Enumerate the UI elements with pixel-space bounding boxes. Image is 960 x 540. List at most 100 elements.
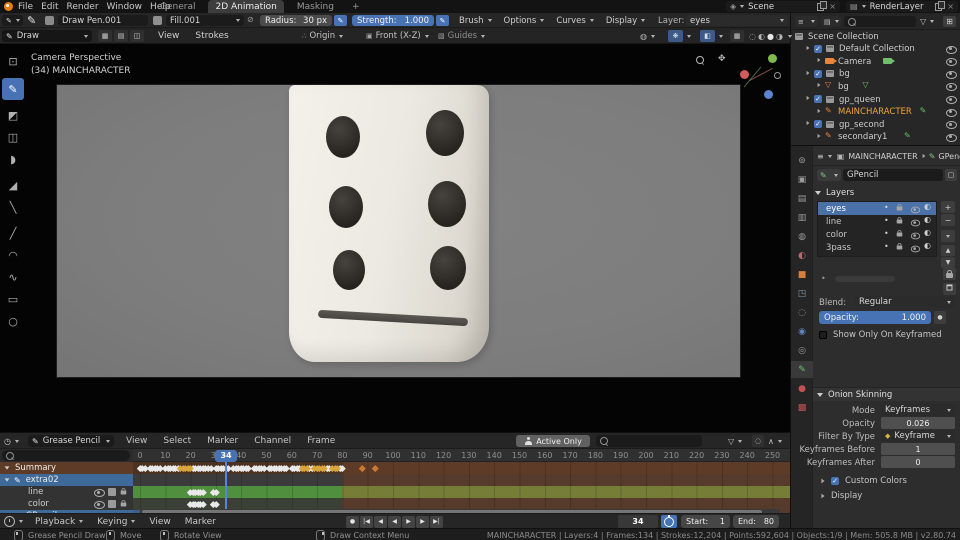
shading-solid-icon[interactable]: ◌	[748, 32, 757, 41]
menu-edit[interactable]: Edit	[37, 2, 62, 12]
channel-solo-icon[interactable]	[108, 488, 116, 496]
outliner-item-label[interactable]: Default Collection	[839, 44, 915, 54]
hide-in-viewport-icon[interactable]	[946, 45, 957, 54]
show-only-keyframed-checkbox[interactable]	[819, 331, 827, 339]
layer-row-eyes[interactable]: eyes • ◐	[818, 202, 936, 215]
shading-preview-icon[interactable]: ◑	[775, 32, 784, 41]
layer-hide-icon[interactable]	[910, 245, 921, 252]
viewport[interactable]: Camera Perspective (34) MAINCHARACTER ⊡ ✎…	[0, 44, 790, 432]
new-collection-button[interactable]: ⊞	[943, 16, 956, 27]
menu-window[interactable]: Window	[103, 2, 147, 12]
navigation-gizmo[interactable]	[738, 48, 784, 104]
tool-erase-button[interactable]: ◫	[2, 126, 24, 148]
channel-color[interactable]: color	[0, 498, 133, 510]
radius-slider[interactable]: Radius: 30 px	[260, 15, 332, 26]
channel-hide-icon[interactable]	[94, 489, 105, 497]
tab-material[interactable]: ●	[791, 384, 813, 396]
shading-material-icon[interactable]: ◐	[757, 32, 766, 41]
show-only-keyframed-row[interactable]: Show Only On Keyframed	[819, 329, 942, 341]
outliner-item-label[interactable]: bg	[839, 69, 850, 79]
menu-view[interactable]: View	[158, 31, 179, 41]
tool-box-button[interactable]: ▭	[2, 288, 24, 310]
fake-user-button[interactable]: ▢	[945, 169, 957, 181]
gpencil-datablock-dropdown[interactable]: ✎	[817, 169, 841, 181]
layer-row-3pass[interactable]: 3pass • ◐	[818, 241, 936, 254]
menu-curves[interactable]: Curves	[556, 16, 594, 26]
placement-toggle-3[interactable]: ◫	[130, 30, 144, 42]
channel-extra02[interactable]: ✎ extra02	[0, 474, 133, 486]
layer-lock-icon[interactable]	[896, 217, 903, 224]
tab-vfx[interactable]: ◌	[791, 308, 813, 320]
channel-solo-icon[interactable]	[108, 500, 116, 508]
summary-keyframe[interactable]	[359, 464, 366, 472]
menu-view[interactable]: View	[126, 436, 147, 446]
tab-world[interactable]: ◐	[791, 251, 813, 263]
active-only-toggle[interactable]: Active Only	[516, 435, 590, 447]
strength-pressure-toggle[interactable]: ✎	[436, 15, 449, 26]
new-layer-icon[interactable]	[935, 0, 946, 11]
layer-name[interactable]: line	[826, 217, 841, 227]
material-swatch[interactable]	[153, 16, 162, 25]
tool-tint-button[interactable]: ◗	[2, 148, 24, 170]
layer-hide-icon[interactable]	[910, 232, 921, 239]
axis-z-handle[interactable]	[764, 90, 773, 99]
collection-checkbox[interactable]: ✓	[814, 69, 822, 78]
collection-checkbox[interactable]: ✓	[814, 95, 822, 103]
timeline-region[interactable]: 0102030405060708090100110120130140150160…	[133, 449, 790, 514]
outliner-item-label[interactable]: Camera	[838, 57, 871, 67]
menu-frame[interactable]: Frame	[307, 436, 335, 446]
brush-name-field[interactable]: Draw Pen.001	[58, 15, 148, 26]
playhead-badge[interactable]: 34	[215, 449, 238, 462]
outliner-row-bg-4[interactable]: ▽ bg ▽	[791, 80, 960, 92]
jump-to-start-button[interactable]: |◀	[360, 515, 373, 528]
expand-icon[interactable]	[806, 44, 810, 54]
outliner-row-secondary1-8[interactable]: ✎ secondary1 ✎	[791, 131, 960, 143]
layer-lock-icon[interactable]	[896, 204, 903, 211]
tab-tool[interactable]: ⊚	[791, 156, 813, 168]
layer-specials-button[interactable]	[941, 230, 955, 242]
unlink-scene-icon[interactable]: ×	[829, 2, 836, 11]
onion-mode-dropdown[interactable]: Keyframes	[881, 404, 955, 416]
layer-onion-icon[interactable]: ◐	[924, 215, 931, 224]
move-layer-up-button[interactable]: ▲	[941, 245, 955, 256]
outliner-item-label[interactable]: bg	[838, 82, 849, 92]
channel-lock-icon[interactable]	[120, 488, 127, 495]
breadcrumb-data-name[interactable]: GPencil	[938, 152, 960, 161]
outliner-item-label[interactable]: gp_queen	[839, 95, 881, 105]
expand-icon[interactable]	[806, 69, 810, 79]
menu-brush[interactable]: Brush	[459, 16, 492, 26]
layer-hide-icon[interactable]	[910, 219, 921, 226]
outliner-row-default-collection-1[interactable]: ✓ Default Collection	[791, 43, 960, 55]
record-button[interactable]: ●	[346, 515, 359, 528]
hide-in-viewport-icon[interactable]	[946, 133, 957, 142]
snapping-dropdown[interactable]: ∧	[768, 435, 782, 447]
next-keyframe-button[interactable]: ▶	[416, 515, 429, 528]
menu-file[interactable]: File	[14, 2, 37, 12]
placement-toggle-2[interactable]: ▤	[114, 30, 128, 42]
dopesheet-filter-dropdown[interactable]: ▽	[728, 435, 743, 447]
tab-constraints[interactable]: ◎	[791, 346, 813, 358]
previous-keyframe-button[interactable]: ◀	[374, 515, 387, 528]
tab-output[interactable]: ▤	[791, 194, 813, 206]
new-scene-icon[interactable]	[817, 0, 828, 11]
outliner-filter-dropdown[interactable]: ▽	[920, 16, 935, 27]
link-material-icon[interactable]: ⊘	[247, 15, 254, 24]
tool-line-button[interactable]: ╱	[2, 222, 24, 244]
custom-colors-subpanel[interactable]: ✓ Custom Colors	[821, 475, 907, 487]
channel-summary[interactable]: Summary	[0, 462, 133, 474]
expand-icon[interactable]	[817, 81, 821, 91]
add-layer-button[interactable]: +	[941, 201, 955, 213]
frame-start-field[interactable]: Start: 1	[681, 515, 730, 528]
guides-dropdown[interactable]: ▧ Guides	[438, 30, 486, 42]
tab-physics[interactable]: ◉	[791, 327, 813, 339]
layer-onion-icon[interactable]: ◐	[924, 202, 931, 211]
custom-colors-checkbox[interactable]: ✓	[831, 477, 839, 485]
tool-cursor-button[interactable]: ⊡	[2, 50, 24, 72]
gpencil-datablock-name-field[interactable]: GPencil	[843, 169, 943, 181]
axis-x-handle[interactable]	[740, 70, 749, 79]
strength-slider[interactable]: Strength: 1.000	[352, 15, 434, 26]
expand-icon[interactable]	[817, 56, 821, 66]
layer-name[interactable]: eyes	[826, 204, 846, 214]
hide-in-viewport-icon[interactable]	[946, 70, 957, 79]
layer-onion-icon[interactable]: ◐	[924, 241, 931, 250]
